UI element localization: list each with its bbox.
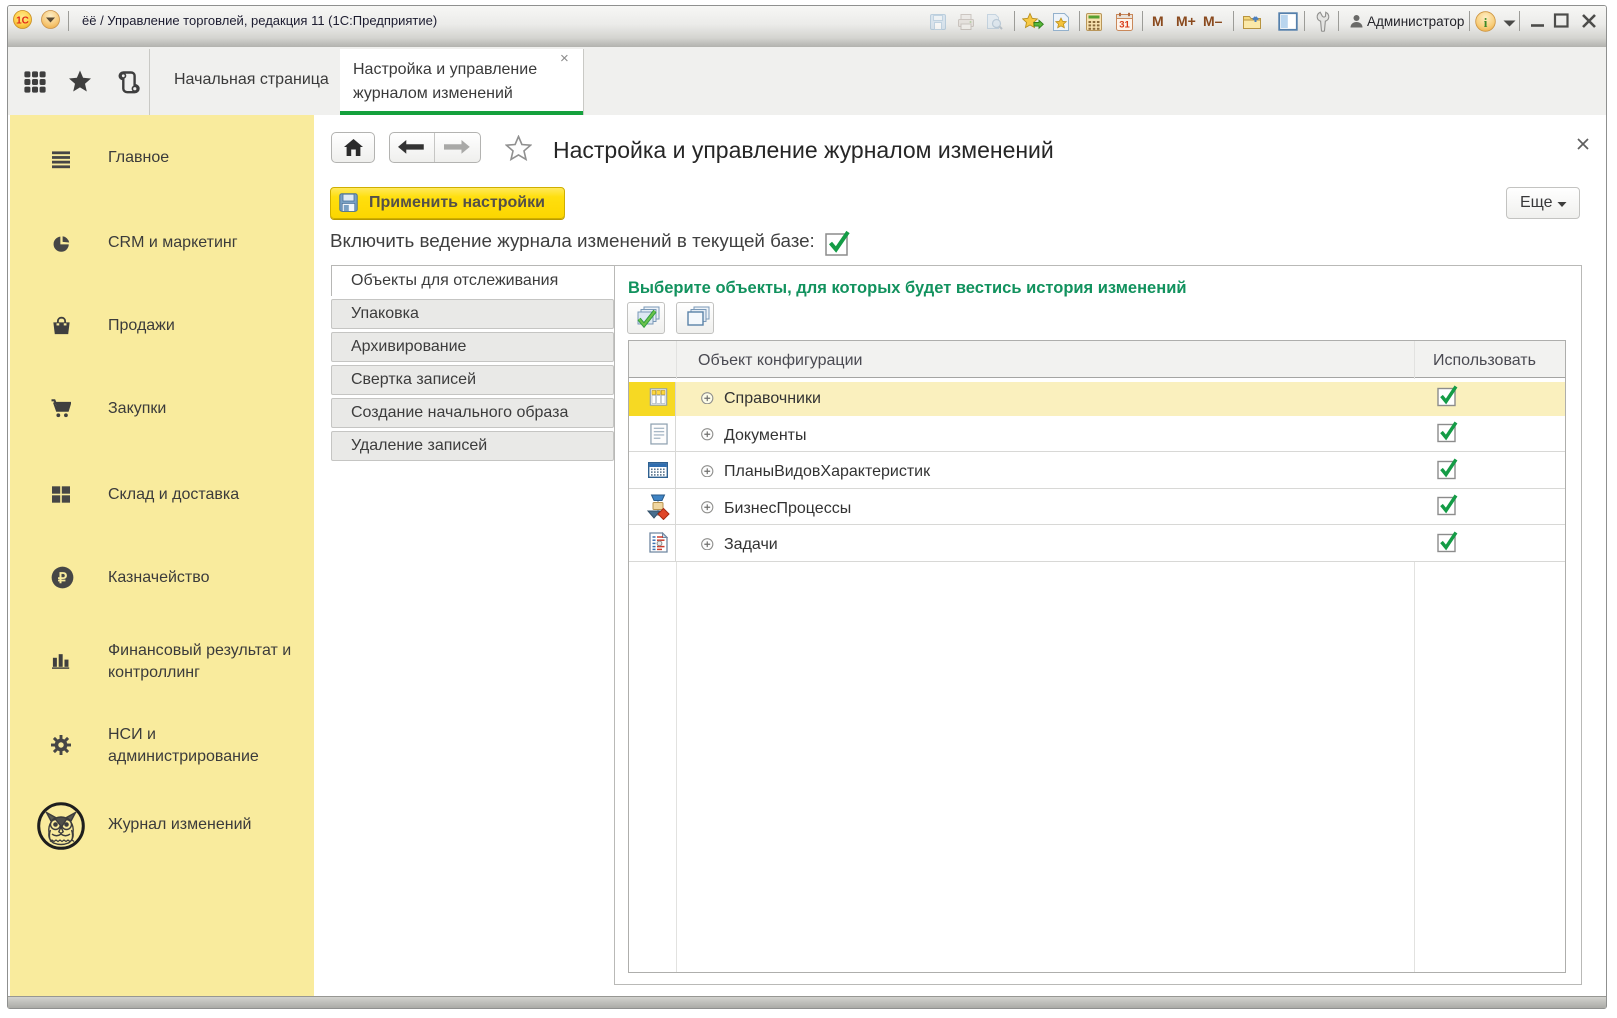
svg-text:31: 31 bbox=[1119, 20, 1130, 31]
svg-text:1С: 1С bbox=[16, 15, 29, 26]
svg-text:₽: ₽ bbox=[58, 571, 68, 587]
svg-text:i: i bbox=[1484, 15, 1488, 30]
